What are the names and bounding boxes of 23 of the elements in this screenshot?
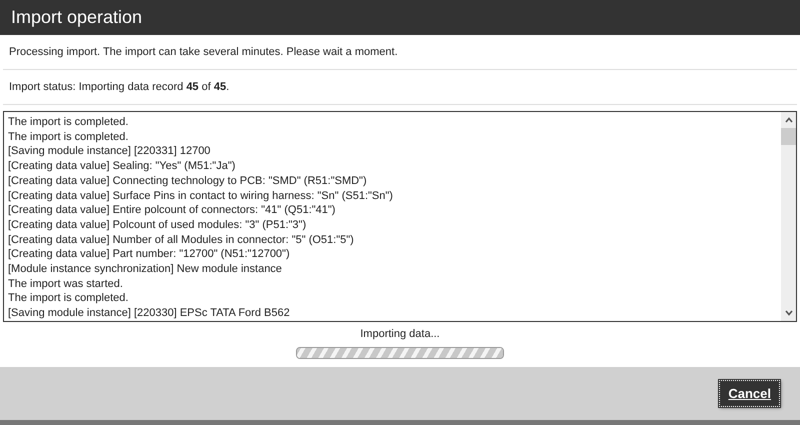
progress-label: Importing data... — [360, 328, 440, 340]
log-line: [Module instance synchronization] New module instance — [8, 262, 283, 277]
log-line: [Creating data value] Connecting technology to PCB: "SMD" (R51:"SMD") — [8, 174, 368, 189]
log-line: [Creating data value] Sealing: "Yes" (M51:"Ja") — [8, 159, 236, 174]
log-line: [Creating data value] Part number: "12700" (N51:"12700") — [8, 247, 291, 262]
log-line: [Saving module instance] [220330] EPSc TATA Ford B562 — [8, 306, 291, 321]
scroll-up-icon[interactable] — [784, 117, 792, 123]
log-line: [Creating data value] Surface Pins in contact to wiring harness: "Sn" (S51:"Sn") — [8, 188, 394, 204]
cancel-button[interactable]: Cancel — [719, 380, 780, 407]
log-line: [Creating data value] Polcount of used modules: "3" (P51:"3") — [8, 218, 308, 233]
log-line: The import is completed. — [8, 130, 130, 144]
log-line: [Creating data value] Entire polcount of connectors: "41" (Q51:"41") — [8, 203, 336, 218]
scrollbar[interactable] — [781, 112, 796, 321]
scroll-thumb[interactable] — [781, 128, 796, 145]
message-text: Processing import. The import can take several minutes. Please wait a moment. — [9, 46, 398, 58]
log-line: The import is completed. — [8, 291, 130, 306]
log-line: [Creating data value] Number of all Modules in connector: "5" (O51:"5") — [8, 232, 355, 248]
status-text: Import status: Importing data record 45 of 45. — [9, 81, 230, 93]
scroll-down-icon[interactable] — [784, 310, 792, 316]
window-title: Import operation — [11, 7, 142, 28]
log-line: The import was started. — [8, 276, 124, 292]
log-line: The import is completed. — [8, 115, 130, 130]
log-line: [Saving module instance] [220331] 12700 — [8, 144, 212, 160]
